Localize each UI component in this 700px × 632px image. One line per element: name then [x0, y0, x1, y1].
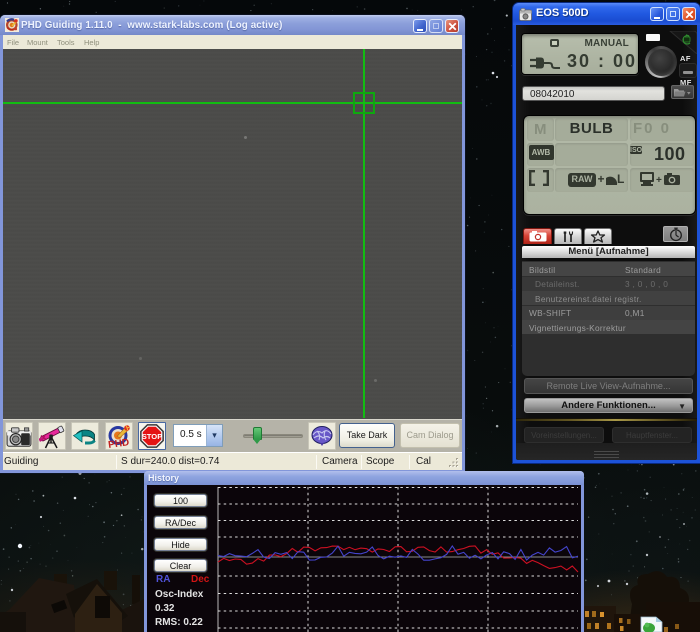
svg-text:STOP: STOP	[142, 432, 163, 441]
svg-text:+: +	[656, 175, 662, 186]
svg-text:PHD: PHD	[107, 437, 129, 450]
